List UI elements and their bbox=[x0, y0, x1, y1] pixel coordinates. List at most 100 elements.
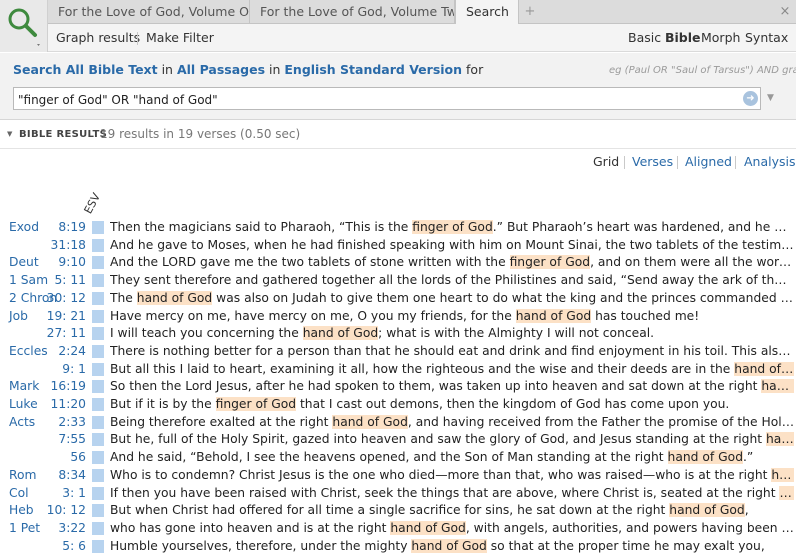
book-link[interactable]: Deut bbox=[9, 254, 39, 271]
go-arrow-icon[interactable]: ➜ bbox=[743, 91, 758, 106]
book-link[interactable]: 1 Sam bbox=[9, 272, 48, 289]
result-row[interactable]: Eccles 2:24 There is nothing better for a … bbox=[0, 343, 796, 361]
hit-indicator[interactable] bbox=[92, 486, 104, 500]
reference-link[interactable]: 9:10 bbox=[46, 254, 86, 271]
result-row[interactable]: 1 Pet 3:22 who has gone into heaven and is… bbox=[0, 520, 796, 538]
reference-link[interactable]: 2:33 bbox=[46, 414, 86, 431]
verse-text[interactable]: But when Christ had offered for all time… bbox=[110, 502, 794, 519]
mode-morph-tab[interactable]: Morph bbox=[701, 28, 740, 48]
result-row[interactable]: Deut 9:10 And the LORD gave me the two tab… bbox=[0, 254, 796, 272]
make-filter-button[interactable]: Make Filter bbox=[146, 28, 214, 48]
mode-basic-tab[interactable]: Basic bbox=[628, 28, 661, 48]
result-row[interactable]: Heb 10: 12 But when Christ had offered for… bbox=[0, 502, 796, 520]
result-row[interactable]: 5: 6 Humble yourselves, therefore, under … bbox=[0, 538, 796, 556]
result-row[interactable]: 2 Chron 30: 12 The hand of God was also on… bbox=[0, 290, 796, 308]
hit-indicator[interactable] bbox=[92, 451, 104, 465]
hit-indicator[interactable] bbox=[92, 344, 104, 358]
verse-text[interactable]: Then the magicians said to Pharaoh, “Thi… bbox=[110, 219, 794, 236]
verse-text[interactable]: There is nothing better for a person tha… bbox=[110, 343, 794, 360]
result-row[interactable]: Luke 11:20 But if it is by the finger of G… bbox=[0, 396, 796, 414]
hit-indicator[interactable] bbox=[92, 504, 104, 518]
result-row[interactable]: Rom 8:34 Who is to condemn? Christ Jesus i… bbox=[0, 467, 796, 485]
verse-text[interactable]: Being therefore exalted at the right han… bbox=[110, 414, 794, 431]
search-scope-link[interactable]: Search All Bible Text bbox=[13, 62, 158, 77]
verse-text[interactable]: They sent therefore and gathered togethe… bbox=[110, 272, 794, 289]
verse-text[interactable]: Who is to condemn? Christ Jesus is the o… bbox=[110, 467, 794, 484]
verse-text[interactable]: I will teach you concerning the hand of … bbox=[110, 325, 794, 342]
view-verses-link[interactable]: Verses bbox=[632, 154, 673, 169]
graph-results-button[interactable]: Graph results bbox=[56, 28, 140, 48]
book-link[interactable]: Luke bbox=[9, 396, 38, 413]
hit-indicator[interactable] bbox=[92, 398, 104, 411]
version-link[interactable]: English Standard Version bbox=[284, 62, 462, 77]
view-aligned-link[interactable]: Aligned bbox=[685, 154, 732, 169]
hit-indicator[interactable] bbox=[92, 433, 104, 447]
reference-link[interactable]: 3: 1 bbox=[46, 485, 86, 502]
hit-indicator[interactable] bbox=[92, 256, 104, 270]
verse-text[interactable]: Have mercy on me, have mercy on me, O yo… bbox=[110, 308, 794, 325]
view-analysis-link[interactable]: Analysis bbox=[744, 154, 796, 169]
hit-indicator[interactable] bbox=[92, 274, 104, 288]
hit-indicator[interactable] bbox=[92, 362, 104, 376]
verse-text[interactable]: But he, full of the Holy Spirit, gazed i… bbox=[110, 431, 794, 448]
book-link[interactable]: Rom bbox=[9, 467, 37, 484]
tab-search[interactable]: Search bbox=[455, 0, 519, 25]
book-link[interactable]: Col bbox=[9, 485, 29, 502]
search-input[interactable] bbox=[13, 87, 761, 110]
reference-link[interactable]: 7:55 bbox=[46, 431, 86, 448]
search-logo-icon[interactable] bbox=[0, 0, 48, 52]
result-row[interactable]: Job 19: 21 Have mercy on me, have mercy on… bbox=[0, 308, 796, 326]
result-row[interactable]: Acts 2:33 Being therefore exalted at the r… bbox=[0, 414, 796, 432]
reference-link[interactable]: 9: 1 bbox=[46, 361, 86, 378]
close-icon[interactable]: × bbox=[778, 2, 792, 22]
result-row[interactable]: 7:55 But he, full of the Holy Spirit, gaz… bbox=[0, 431, 796, 449]
passages-link[interactable]: All Passages bbox=[177, 62, 265, 77]
result-row[interactable]: Col 3: 1 If then you have been raised with… bbox=[0, 485, 796, 503]
result-row[interactable]: 56 And he said, “Behold, I see the heaven… bbox=[0, 449, 796, 467]
hit-indicator[interactable] bbox=[92, 327, 104, 341]
hit-indicator[interactable] bbox=[92, 539, 104, 553]
result-row[interactable]: 9: 1 But all this I laid to heart, examin… bbox=[0, 361, 796, 379]
verse-text[interactable]: But if it is by the finger of God that I… bbox=[110, 396, 794, 413]
verse-text[interactable]: Humble yourselves, therefore, under the … bbox=[110, 538, 794, 555]
history-dropdown-icon[interactable]: ▼ bbox=[767, 92, 777, 104]
hit-indicator[interactable] bbox=[92, 521, 104, 535]
hit-indicator[interactable] bbox=[92, 238, 104, 252]
mode-bible-tab[interactable]: Bible bbox=[665, 28, 701, 48]
view-grid-link[interactable]: Grid bbox=[593, 154, 619, 169]
verse-text[interactable]: And he said, “Behold, I see the heavens … bbox=[110, 449, 794, 466]
reference-link[interactable]: 5: 6 bbox=[46, 538, 86, 555]
reference-link[interactable]: 31:18 bbox=[46, 237, 86, 254]
book-link[interactable]: Exod bbox=[9, 219, 39, 236]
result-row[interactable]: 1 Sam 5: 11 They sent therefore and gather… bbox=[0, 272, 796, 290]
hit-indicator[interactable] bbox=[92, 221, 104, 234]
reference-link[interactable]: 56 bbox=[46, 449, 86, 466]
reference-link[interactable]: 2:24 bbox=[46, 343, 86, 360]
hit-indicator[interactable] bbox=[92, 291, 104, 305]
add-tab-button[interactable]: + bbox=[522, 0, 538, 24]
reference-link[interactable]: 5: 11 bbox=[46, 272, 86, 289]
verse-text[interactable]: So then the Lord Jesus, after he had spo… bbox=[110, 378, 794, 395]
book-link[interactable]: Heb bbox=[9, 502, 34, 519]
reference-link[interactable]: 11:20 bbox=[46, 396, 86, 413]
reference-link[interactable]: 10: 12 bbox=[46, 502, 86, 519]
tab-love-of-god-vol-two[interactable]: For the Love of God, Volume Two bbox=[250, 0, 455, 24]
hit-indicator[interactable] bbox=[92, 468, 104, 482]
hit-indicator[interactable] bbox=[92, 309, 104, 323]
book-link[interactable]: 1 Pet bbox=[9, 520, 40, 537]
verse-text[interactable]: And he gave to Moses, when he had finish… bbox=[110, 237, 794, 254]
verse-text[interactable]: But all this I laid to heart, examining … bbox=[110, 361, 794, 378]
result-row[interactable]: 27: 11 I will teach you concerning the ha… bbox=[0, 325, 796, 343]
reference-link[interactable]: 3:22 bbox=[46, 520, 86, 537]
reference-link[interactable]: 19: 21 bbox=[46, 308, 86, 325]
book-link[interactable]: Acts bbox=[9, 414, 35, 431]
hit-indicator[interactable] bbox=[92, 415, 104, 429]
book-link[interactable]: Eccles bbox=[9, 343, 48, 360]
mode-syntax-tab[interactable]: Syntax bbox=[745, 28, 788, 48]
reference-link[interactable]: 8:34 bbox=[46, 467, 86, 484]
hit-indicator[interactable] bbox=[92, 380, 104, 394]
result-row[interactable]: 31:18 And he gave to Moses, when he had f… bbox=[0, 237, 796, 255]
verse-text[interactable]: If then you have been raised with Christ… bbox=[110, 485, 794, 502]
version-column-header[interactable]: ESV bbox=[82, 191, 104, 216]
tab-love-of-god-vol-one[interactable]: For the Love of God, Volume One bbox=[48, 0, 250, 24]
